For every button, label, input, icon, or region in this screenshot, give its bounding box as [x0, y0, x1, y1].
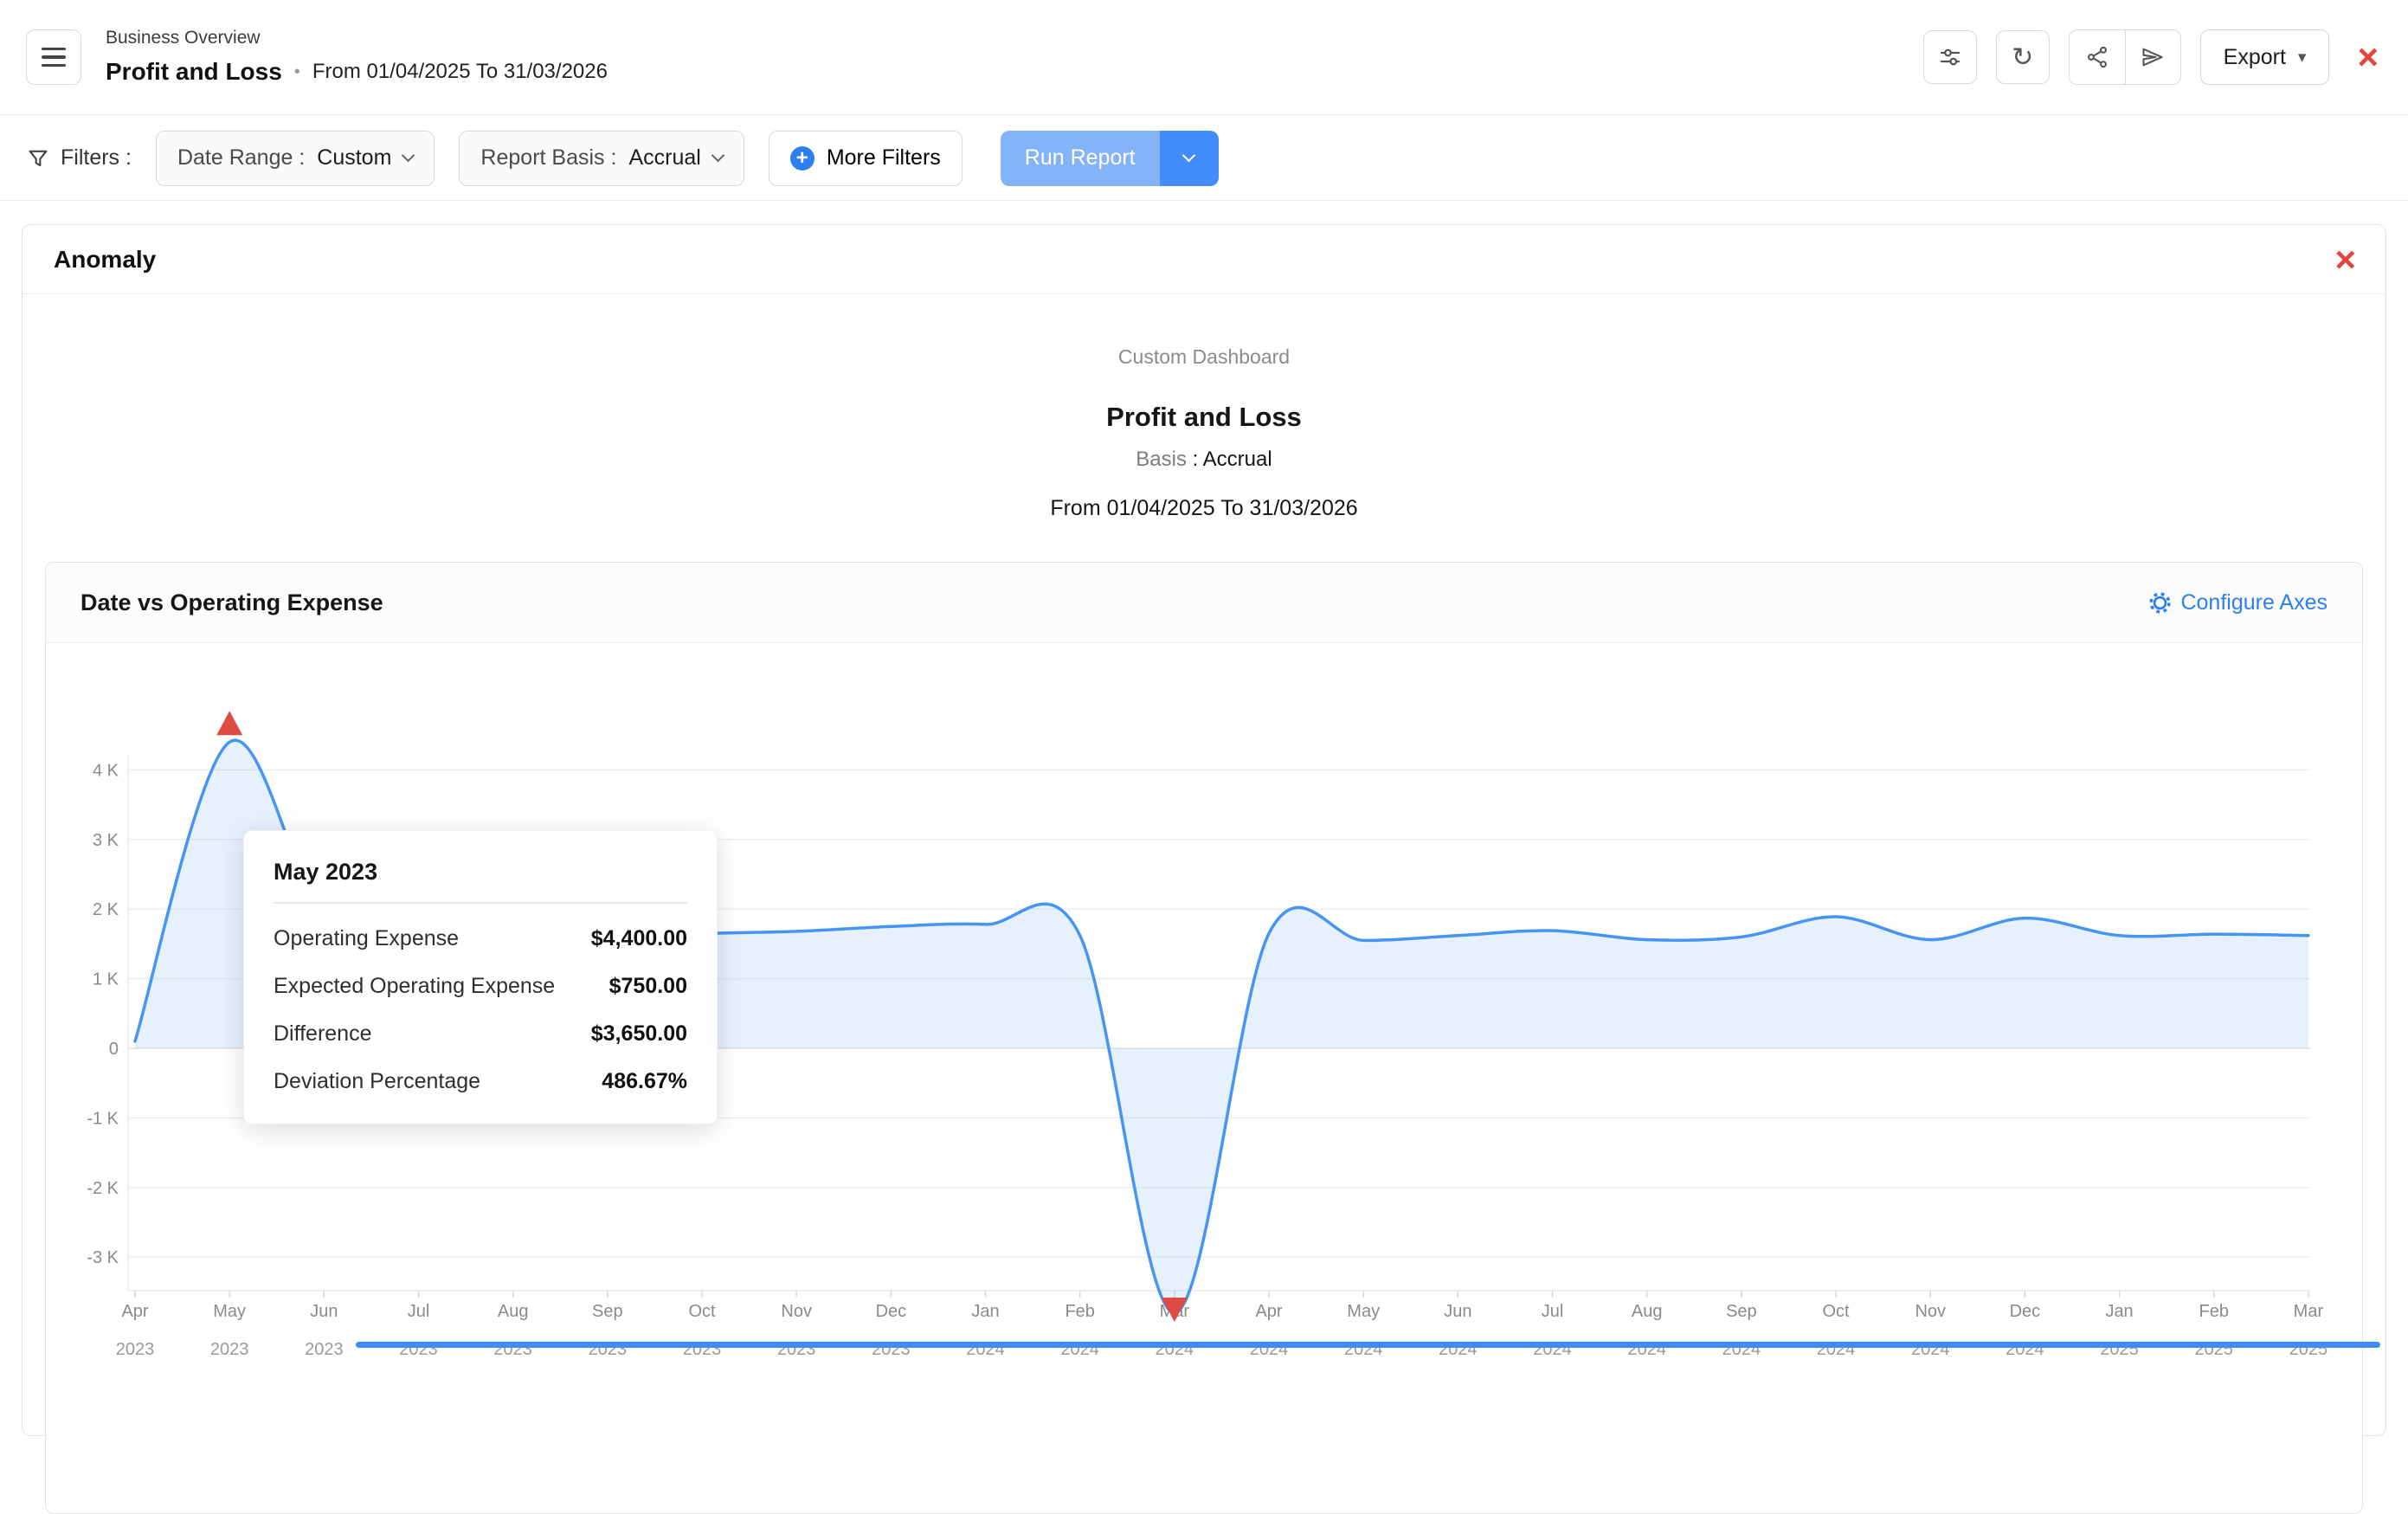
svg-text:Nov: Nov — [1915, 1302, 1946, 1321]
breadcrumb: Business Overview — [106, 27, 608, 49]
svg-text:-3 K: -3 K — [87, 1248, 119, 1267]
tooltip-title: May 2023 — [274, 857, 687, 886]
svg-text:Oct: Oct — [688, 1302, 716, 1321]
refresh-icon: ↻ — [2012, 42, 2033, 73]
refresh-button[interactable]: ↻ — [1996, 30, 2050, 84]
svg-text:2023: 2023 — [210, 1340, 249, 1359]
svg-text:0: 0 — [109, 1040, 119, 1059]
bullet-separator: • — [294, 62, 300, 82]
svg-text:Jul: Jul — [408, 1302, 430, 1321]
run-report-button[interactable]: Run Report — [1001, 131, 1160, 186]
svg-text:Apr: Apr — [1255, 1302, 1282, 1321]
plus-icon: + — [790, 146, 814, 171]
hamburger-icon — [42, 48, 66, 51]
gear-icon — [2148, 591, 2172, 615]
svg-text:Sep: Sep — [592, 1302, 623, 1321]
date-range-dropdown[interactable]: Date Range : Custom — [156, 131, 435, 186]
filters-label: Filters : — [26, 145, 132, 171]
header-date-range: From 01/04/2025 To 31/03/2026 — [312, 60, 608, 84]
report-basis-dropdown[interactable]: Report Basis : Accrual — [459, 131, 744, 186]
svg-text:Dec: Dec — [2010, 1302, 2041, 1321]
export-label: Export — [2224, 45, 2286, 70]
header-actions: ↻ Export — [1923, 29, 2382, 85]
filter-bar: Filters : Date Range : Custom Report Bas… — [0, 116, 2408, 201]
svg-text:May: May — [1347, 1302, 1380, 1321]
chevron-down-icon — [711, 149, 725, 163]
anomaly-title: Anomaly — [54, 246, 156, 274]
tooltip-row: Difference $3,650.00 — [274, 1021, 687, 1047]
report-meta: Custom Dashboard Profit and Loss Basis :… — [23, 294, 2385, 521]
share-button[interactable] — [2070, 30, 2125, 84]
report-date-range: From 01/04/2025 To 31/03/2026 — [23, 495, 2385, 521]
svg-text:Nov: Nov — [781, 1302, 812, 1321]
svg-text:Apr: Apr — [121, 1302, 148, 1321]
chart-header: Date vs Operating Expense Configure Axes — [46, 563, 2362, 643]
svg-text:Jun: Jun — [1444, 1302, 1471, 1321]
anomaly-header: Anomaly × — [23, 225, 2385, 294]
svg-text:1 K: 1 K — [93, 970, 119, 989]
report-title: Profit and Loss — [23, 400, 2385, 435]
chevron-down-icon: ▾ — [2298, 48, 2307, 68]
svg-text:Aug: Aug — [498, 1302, 529, 1321]
horizontal-scrollbar[interactable] — [356, 1342, 2380, 1348]
svg-text:Jun: Jun — [310, 1302, 338, 1321]
basis-line: Basis : Accrual — [23, 447, 2385, 473]
svg-text:Feb: Feb — [2199, 1302, 2229, 1321]
run-report-dropdown-button[interactable] — [1160, 131, 1219, 186]
share-send-group — [2069, 29, 2181, 85]
customize-button[interactable] — [1923, 30, 1977, 84]
send-button[interactable] — [2125, 30, 2180, 84]
svg-text:May: May — [213, 1302, 246, 1321]
hamburger-menu-button[interactable] — [26, 29, 81, 85]
share-icon — [2085, 45, 2109, 69]
svg-text:Feb: Feb — [1065, 1302, 1094, 1321]
svg-text:Jul: Jul — [1542, 1302, 1564, 1321]
svg-text:Jan: Jan — [971, 1302, 999, 1321]
tooltip-row: Deviation Percentage 486.67% — [274, 1069, 687, 1094]
close-report-button[interactable]: × — [2353, 39, 2382, 75]
svg-text:-1 K: -1 K — [87, 1109, 119, 1128]
svg-text:Jan: Jan — [2105, 1302, 2133, 1321]
svg-text:3 K: 3 K — [93, 831, 119, 850]
chevron-down-icon — [1182, 149, 1196, 163]
more-filters-button[interactable]: + More Filters — [769, 131, 963, 186]
chart-card: Date vs Operating Expense Configure Axes… — [45, 562, 2363, 1514]
page-title: Profit and Loss — [106, 56, 282, 87]
header: Business Overview Profit and Loss • From… — [0, 0, 2408, 115]
configure-axes-link[interactable]: Configure Axes — [2148, 590, 2328, 615]
svg-text:Oct: Oct — [1822, 1302, 1850, 1321]
title-block: Business Overview Profit and Loss • From… — [106, 27, 608, 87]
svg-text:Aug: Aug — [1632, 1302, 1663, 1321]
chevron-down-icon — [402, 149, 415, 163]
dashboard-label: Custom Dashboard — [23, 345, 2385, 369]
filter-funnel-icon — [26, 146, 50, 171]
svg-text:2023: 2023 — [305, 1340, 344, 1359]
chart-title: Date vs Operating Expense — [80, 589, 383, 616]
tooltip-row: Expected Operating Expense $750.00 — [274, 974, 687, 999]
sliders-icon — [1937, 44, 1963, 70]
chart-area: 4 K 3 K 2 K 1 K 0 -1 K -2 K -3 K Apr 2023 May 2023 J… — [46, 643, 2362, 1509]
anomaly-panel: Anomaly × Custom Dashboard Profit and Lo… — [22, 224, 2386, 1436]
run-report-split-button: Run Report — [1001, 131, 1219, 186]
svg-text:Sep: Sep — [1726, 1302, 1757, 1321]
svg-text:-2 K: -2 K — [87, 1179, 119, 1198]
svg-text:4 K: 4 K — [93, 761, 119, 780]
svg-text:2023: 2023 — [116, 1340, 155, 1359]
paper-plane-icon — [2141, 45, 2165, 69]
svg-text:Dec: Dec — [876, 1302, 907, 1321]
svg-text:Mar: Mar — [2294, 1302, 2324, 1321]
chart-tooltip: May 2023 Operating Expense $4,400.00 Exp… — [243, 830, 718, 1124]
tooltip-row: Operating Expense $4,400.00 — [274, 926, 687, 951]
svg-text:2 K: 2 K — [93, 900, 119, 919]
export-button[interactable]: Export ▾ — [2200, 29, 2330, 85]
anomaly-close-button[interactable]: × — [2331, 242, 2360, 278]
